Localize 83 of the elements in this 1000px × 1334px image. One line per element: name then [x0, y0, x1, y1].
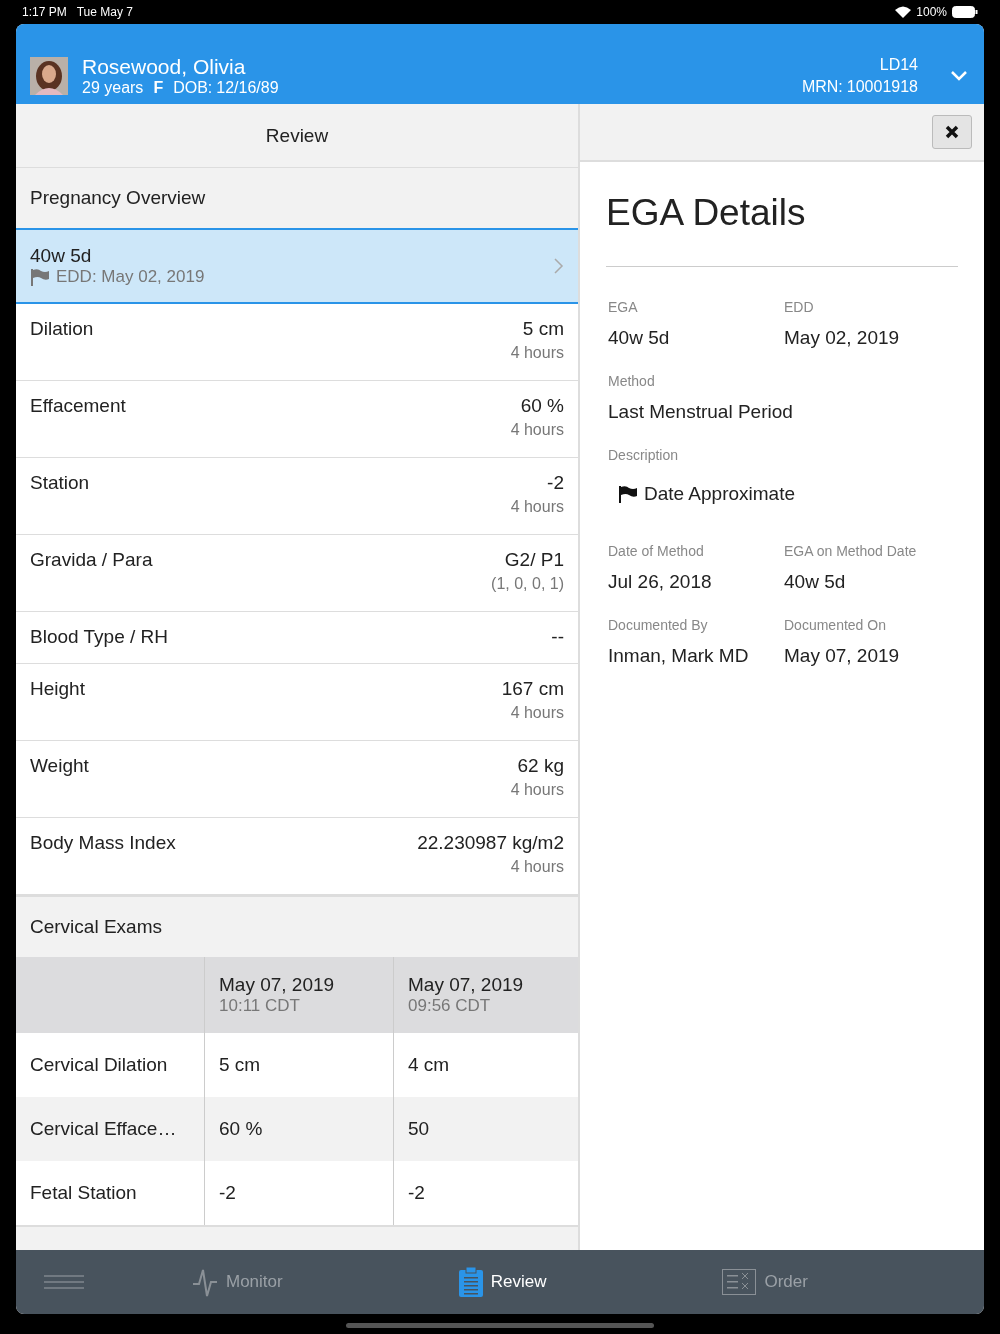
- row-label: Body Mass Index: [30, 832, 176, 855]
- row-time: 4 hours: [510, 498, 564, 516]
- row-time: 4 hours: [510, 421, 564, 439]
- flag-icon: [30, 268, 50, 286]
- close-button[interactable]: [932, 115, 972, 149]
- row-label: Station: [30, 472, 90, 495]
- battery-percent: 100%: [916, 5, 947, 19]
- row-value: --: [551, 626, 564, 648]
- row-label: Height: [30, 678, 85, 701]
- row-time: 4 hours: [510, 344, 564, 362]
- exam-value: -2: [408, 1182, 426, 1204]
- chevron-right-icon: [554, 258, 564, 274]
- flag-icon: [618, 485, 638, 503]
- exam-value: 60 %: [219, 1118, 264, 1140]
- patient-sex: F: [153, 79, 164, 97]
- field-value: Jul 26, 2018: [608, 571, 713, 593]
- pregnancy-overview-row[interactable]: 40w 5d EDD: May 02, 2019: [16, 228, 578, 304]
- exam-label: Cervical Efface…: [30, 1118, 178, 1140]
- field-value: Inman, Mark MD: [608, 645, 750, 667]
- chevron-down-icon[interactable]: [950, 70, 968, 82]
- row-time: (1, 0, 0, 1): [491, 575, 564, 593]
- tab[interactable]: Review: [458, 1267, 547, 1297]
- field-label: EDD: [784, 299, 815, 315]
- field-value: Last Menstrual Period: [608, 401, 794, 423]
- row-label: Dilation: [30, 318, 94, 341]
- edd-value: EDD: May 02, 2019: [56, 267, 205, 287]
- row-value: 62 kg: [517, 755, 564, 777]
- exam-date: May 07, 2019: [219, 974, 336, 996]
- status-time: 1:17 PM: [22, 5, 67, 19]
- menu-icon[interactable]: [44, 1275, 84, 1289]
- field-label: Documented On: [784, 617, 887, 633]
- panel-title: Review: [16, 104, 578, 168]
- row-value: 167 cm: [501, 678, 564, 700]
- field-label: EGA: [608, 299, 639, 315]
- wifi-icon: [895, 6, 912, 18]
- room-number: LD14: [878, 55, 918, 75]
- order-list-icon: [722, 1269, 757, 1295]
- row-time: 4 hours: [510, 704, 564, 722]
- exam-label: Cervical Dilation: [30, 1054, 169, 1076]
- field-label: Description: [608, 447, 680, 463]
- field-label: Method: [608, 373, 656, 389]
- row-label: Weight: [30, 755, 89, 778]
- mrn-label: MRN:: [801, 77, 843, 97]
- dob-value: 12/16/89: [216, 79, 279, 97]
- field-value: Date Approximate: [644, 483, 796, 505]
- row-value: 5 cm: [522, 318, 564, 340]
- row-label: Blood Type / RH: [30, 626, 168, 649]
- row-label: Gravida / Para: [30, 549, 153, 572]
- row-time: 4 hours: [510, 781, 564, 799]
- row-value: G2/ P1: [504, 549, 564, 571]
- field-value: May 07, 2019: [784, 645, 901, 667]
- details-title: EGA Details: [606, 192, 958, 267]
- field-label: Documented By: [608, 617, 709, 633]
- field-label: EGA on Method Date: [784, 543, 918, 559]
- dob-label: DOB:: [173, 79, 213, 97]
- exam-time: 10:11 CDT: [219, 996, 301, 1016]
- row-value: -2: [547, 472, 564, 494]
- avatar: [30, 57, 68, 95]
- ega-value: 40w 5d: [30, 245, 93, 267]
- field-value: 40w 5d: [784, 571, 847, 593]
- row-label: Effacement: [30, 395, 126, 418]
- mrn-value: 10001918: [846, 77, 918, 97]
- row-value: 22.230987 kg/m2: [417, 832, 564, 854]
- field-value: 40w 5d: [608, 327, 671, 349]
- exam-value: 5 cm: [219, 1054, 262, 1076]
- field-label: Date of Method: [608, 543, 705, 559]
- section-title: Pregnancy Overview: [29, 186, 207, 210]
- status-date: Tue May 7: [76, 5, 133, 19]
- exam-value: 50: [408, 1118, 431, 1140]
- exam-date: May 07, 2019: [408, 974, 525, 996]
- row-time: 4 hours: [510, 858, 564, 876]
- exam-value: 4 cm: [408, 1054, 451, 1076]
- battery-icon: [952, 6, 978, 18]
- section-title: Cervical Exams: [29, 915, 163, 939]
- patient-name: Rosewood, Olivia: [82, 55, 247, 79]
- exam-value: -2: [219, 1182, 237, 1204]
- close-icon: [945, 125, 959, 139]
- row-value: 60 %: [520, 395, 564, 417]
- patient-age: 29 years: [82, 79, 144, 97]
- exam-time: 09:56 CDT: [408, 996, 492, 1016]
- field-value: May 02, 2019: [784, 327, 901, 349]
- clipboard-icon: [458, 1267, 483, 1297]
- exam-label: Fetal Station: [30, 1182, 138, 1204]
